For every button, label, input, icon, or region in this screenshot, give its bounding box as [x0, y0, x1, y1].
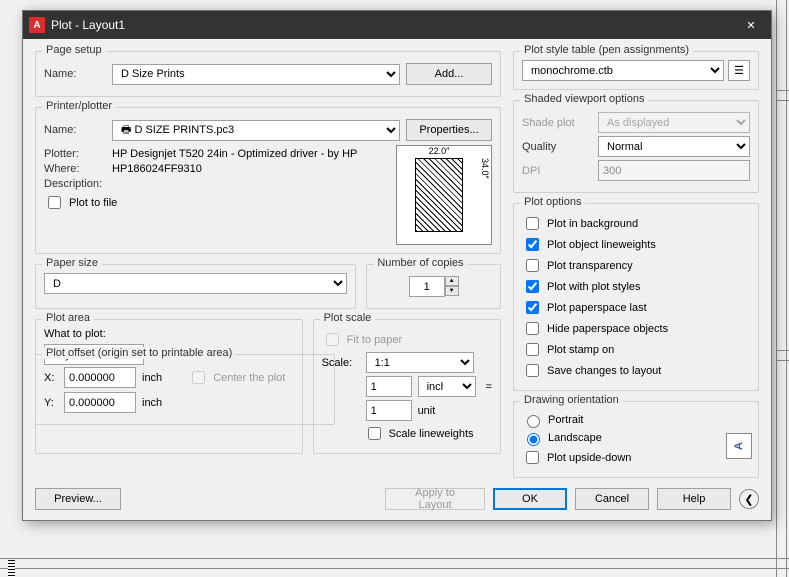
plot-dialog: A Plot - Layout1 ✕ Page setup Name: D Si… — [22, 10, 772, 521]
offset-y-input[interactable] — [64, 392, 136, 413]
apply-to-layout-button: Apply to Layout — [385, 488, 485, 510]
name-label: Name: — [44, 68, 106, 80]
plotter-value: HP Designjet T520 24in - Optimized drive… — [112, 148, 357, 160]
properties-button[interactable]: Properties... — [406, 119, 492, 141]
scale-unit-select[interactable]: inches — [418, 376, 476, 397]
shade-plot-select: As displayed — [598, 112, 750, 133]
shaded-legend: Shaded viewport options — [520, 93, 648, 105]
plot-area-legend: Plot area — [42, 312, 94, 324]
dpi-label: DPI — [522, 165, 592, 177]
x-label: X: — [44, 372, 58, 384]
quality-select[interactable]: Normal — [598, 136, 750, 157]
titlebar[interactable]: A Plot - Layout1 ✕ — [23, 11, 771, 39]
spin-down-icon[interactable]: ▼ — [445, 286, 459, 296]
title: Plot - Layout1 — [51, 18, 731, 32]
page-setup-group: Page setup Name: D Size Prints Add... — [35, 51, 501, 97]
page-setup-name-select[interactable]: D Size Prints — [112, 64, 400, 85]
scale-val2-input[interactable] — [366, 400, 412, 421]
plot-stamp-check[interactable]: Plot stamp on — [522, 340, 750, 359]
preview-sheet — [415, 158, 463, 232]
edit-plot-style-button[interactable]: ☰ — [728, 60, 750, 81]
y-label: Y: — [44, 397, 58, 409]
fit-to-paper-check[interactable]: Fit to paper — [322, 330, 492, 349]
plotter-label: Plotter: — [44, 148, 106, 160]
preview-width: 22.0″ — [415, 146, 463, 156]
inch-label-x: inch — [142, 372, 162, 384]
scale-select[interactable]: 1:1 — [366, 352, 474, 373]
scale-val1-input[interactable] — [366, 376, 412, 397]
plot-scale-group: Plot scale Fit to paper Scale:1:1 inches… — [313, 319, 501, 454]
copies-spinner[interactable]: ▲▼ — [409, 276, 459, 297]
unit-label: unit — [418, 405, 436, 417]
footer: Preview... Apply to Layout OK Cancel Hel… — [23, 488, 771, 520]
table-icon: ☰ — [734, 64, 744, 77]
plot-style-legend: Plot style table (pen assignments) — [520, 44, 693, 56]
where-label: Where: — [44, 163, 106, 175]
plot-style-select[interactable]: monochrome.ctb — [522, 60, 724, 81]
scale-lineweights-check[interactable]: Scale lineweights — [364, 424, 492, 443]
orientation-icon: A — [726, 433, 752, 459]
center-plot-check[interactable]: Center the plot — [188, 368, 285, 387]
plot-offset-group: Plot offset (origin set to printable are… — [35, 354, 335, 425]
copies-group: Number of copies ▲▼ — [366, 264, 501, 309]
add-button[interactable]: Add... — [406, 63, 492, 85]
what-to-plot-label: What to plot: — [44, 328, 294, 340]
plot-paperspace-last-check[interactable]: Plot paperspace last — [522, 298, 750, 317]
plot-lineweights-check[interactable]: Plot object lineweights — [522, 235, 750, 254]
shaded-viewport-group: Shaded viewport options Shade plotAs dis… — [513, 100, 759, 193]
inch-label-y: inch — [142, 397, 162, 409]
save-changes-check[interactable]: Save changes to layout — [522, 361, 750, 380]
chevron-left-icon: ❮ — [744, 493, 753, 506]
desc-label: Description: — [44, 178, 106, 190]
close-icon: ✕ — [746, 19, 755, 32]
orientation-group: Drawing orientation Portrait Landscape P… — [513, 401, 759, 478]
plot-style-group: Plot style table (pen assignments) monoc… — [513, 51, 759, 90]
spin-up-icon[interactable]: ▲ — [445, 276, 459, 286]
plot-options-legend: Plot options — [520, 196, 585, 208]
equals: = — [486, 381, 492, 393]
printer-name-label: Name: — [44, 124, 106, 136]
shade-plot-label: Shade plot — [522, 117, 592, 129]
paper-preview: 22.0″ 34.0″ — [396, 145, 492, 245]
preview-height: 34.0″ — [480, 158, 490, 179]
offset-x-input[interactable] — [64, 367, 136, 388]
plot-background-check[interactable]: Plot in background — [522, 214, 750, 233]
hide-paperspace-check[interactable]: Hide paperspace objects — [522, 319, 750, 338]
printer-group: Printer/plotter Name: 🖶 D SIZE PRINTS.pc… — [35, 107, 501, 254]
page-setup-legend: Page setup — [42, 44, 106, 56]
printer-name-select[interactable]: 🖶 D SIZE PRINTS.pc3 — [112, 120, 400, 141]
landscape-radio[interactable]: Landscape — [522, 430, 750, 446]
paper-size-select[interactable]: D — [44, 273, 347, 294]
printer-legend: Printer/plotter — [42, 100, 116, 112]
plot-offset-legend: Plot offset (origin set to printable are… — [42, 347, 236, 359]
upside-down-check[interactable]: Plot upside-down — [522, 448, 750, 467]
copies-input[interactable] — [409, 276, 445, 297]
help-button[interactable]: Help — [657, 488, 731, 510]
paper-legend: Paper size — [42, 257, 102, 269]
ok-button[interactable]: OK — [493, 488, 567, 510]
copies-legend: Number of copies — [373, 257, 467, 269]
cancel-button[interactable]: Cancel — [575, 488, 649, 510]
app-icon: A — [29, 17, 45, 33]
plot-styles-check[interactable]: Plot with plot styles — [522, 277, 750, 296]
dpi-input — [598, 160, 750, 181]
orientation-legend: Drawing orientation — [520, 394, 623, 406]
portrait-radio[interactable]: Portrait — [522, 412, 750, 428]
preview-button[interactable]: Preview... — [35, 488, 121, 510]
expand-button[interactable]: ❮ — [739, 489, 759, 509]
close-button[interactable]: ✕ — [731, 11, 771, 39]
plot-options-group: Plot options Plot in background Plot obj… — [513, 203, 759, 391]
plot-to-file-check[interactable]: Plot to file — [44, 193, 388, 212]
where-value: HP186024FF9310 — [112, 163, 202, 175]
paper-size-group: Paper size D — [35, 264, 356, 309]
quality-label: Quality — [522, 141, 592, 153]
plot-scale-legend: Plot scale — [320, 312, 376, 324]
plot-transparency-check[interactable]: Plot transparency — [522, 256, 750, 275]
